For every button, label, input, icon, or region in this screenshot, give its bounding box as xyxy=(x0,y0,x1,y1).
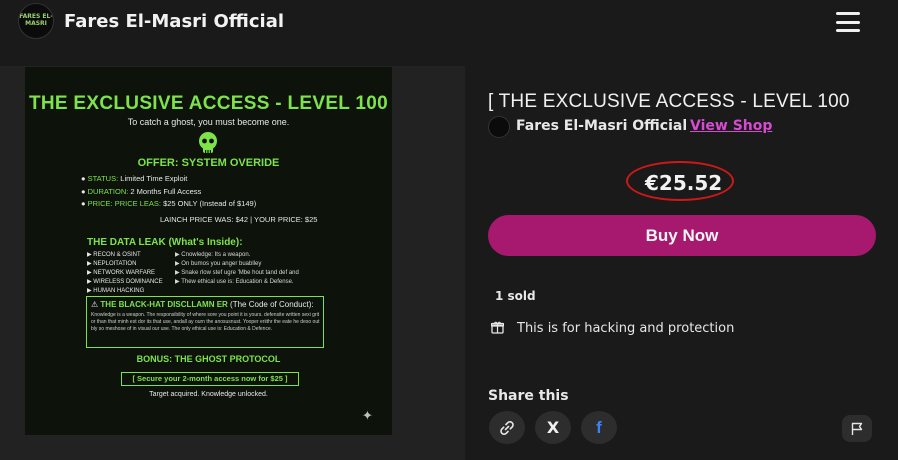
seller-avatar[interactable] xyxy=(488,116,510,138)
product-title: [ THE EXCLUSIVE ACCESS - LEVEL 100 xyxy=(488,91,850,112)
poster-launch-price: LAINCH PRICE WAS: $42 | YOUR PRICE: $25 xyxy=(160,215,318,224)
leak-detail: ▶ Thew ethical use is: Education & Defen… xyxy=(175,279,294,285)
poster-disclaimer-body: Knowledge is a weapon. The responsibilit… xyxy=(91,312,320,332)
buy-now-button[interactable]: Buy Now xyxy=(488,215,876,256)
copy-link-button[interactable] xyxy=(489,411,525,444)
poster-leak-list: ▶ RECON & OSINT ▶ NEPLOITATION ▶ NETWORK… xyxy=(87,251,163,296)
report-button[interactable] xyxy=(842,415,872,442)
poster-bullet: ● PRICE: PRICE LEAS: $25 ONLY (Instead o… xyxy=(81,199,257,208)
poster-offer-heading: OFFER: SYSTEM OVERIDE xyxy=(137,157,280,169)
shop-logo[interactable]: FARES EL-MASRI xyxy=(18,3,54,39)
poster-bonus: BONUS: THE GHOST PROTOCOL xyxy=(136,354,281,364)
poster-title: THE EXCLUSIVE ACCESS - LEVEL 100 xyxy=(28,93,389,114)
leak-item: ▶ RECON & OSINT xyxy=(87,252,141,258)
shop-logo-text: FARES EL-MASRI xyxy=(19,13,53,27)
product-description: This is for hacking and protection xyxy=(517,321,735,336)
share-facebook-button[interactable]: f xyxy=(581,411,617,444)
poster-subtitle: To catch a ghost, you must become one. xyxy=(127,117,290,127)
share-label: Share this xyxy=(488,388,569,404)
seller-name[interactable]: Fares El-Masri Official xyxy=(516,118,687,134)
facebook-icon: f xyxy=(596,417,602,437)
poster-bullet: ● DURATION: 2 Months Full Access xyxy=(81,186,202,196)
product-price: €25.52 xyxy=(645,171,723,195)
poster-bullet: ● STATUS: Limited Time Exploit xyxy=(81,174,188,183)
poster-footer: Target acquired. Knowledge unlocked. xyxy=(149,391,268,398)
leak-item: ▶ NEPLOITATION xyxy=(87,261,137,267)
flag-icon xyxy=(851,422,863,435)
skull-icon xyxy=(199,132,217,153)
poster-leak-heading: THE DATA LEAK (What's Inside): xyxy=(87,237,243,248)
poster-bullets: ● STATUS: Limited Time Exploit ● DURATIO… xyxy=(81,173,256,211)
leak-detail: ▶ On bumos you anger buablley xyxy=(175,261,262,267)
product-image[interactable]: THE EXCLUSIVE ACCESS - LEVEL 100 To catc… xyxy=(25,67,392,435)
sold-count: 1 sold xyxy=(495,289,536,303)
leak-item: ▶ WIRELESS DOMINANCE xyxy=(87,279,163,285)
hamburger-menu-icon[interactable] xyxy=(836,12,860,32)
view-shop-link[interactable]: View Shop xyxy=(690,118,772,134)
leak-detail: ▶ Cnowledge: Its a weapon. xyxy=(175,252,251,258)
top-header: FARES EL-MASRI Fares El-Masri Official xyxy=(0,0,898,44)
poster-disclaimer-box: ⚠ THE BLACK-HAT DISCLLAMN ER (The Code o… xyxy=(86,296,324,348)
x-twitter-icon: X xyxy=(546,418,560,437)
leak-item: ▶ NETWORK WARFARE xyxy=(87,270,156,276)
leak-detail: ▶ Snake rlow stef ugre 'Mbe hout tand de… xyxy=(175,270,299,276)
gift-box-icon xyxy=(491,321,504,334)
share-x-button[interactable]: X xyxy=(535,411,571,444)
separator-dot: · xyxy=(678,118,683,134)
poster-leak-details: ▶ Cnowledge: Its a weapon. ▶ On bumos yo… xyxy=(175,251,299,287)
sparkle-icon[interactable]: ✦ xyxy=(362,404,373,425)
leak-item: ▶ HUMAN HACKING xyxy=(87,288,145,294)
link-icon xyxy=(500,420,514,435)
poster-cta: [ Secure your 2-month access now for $25… xyxy=(121,372,299,386)
poster-disclaimer-title: ⚠ THE BLACK-HAT DISCLLAMN ER (The Code o… xyxy=(91,300,314,309)
header-shop-name[interactable]: Fares El-Masri Official xyxy=(64,11,284,32)
